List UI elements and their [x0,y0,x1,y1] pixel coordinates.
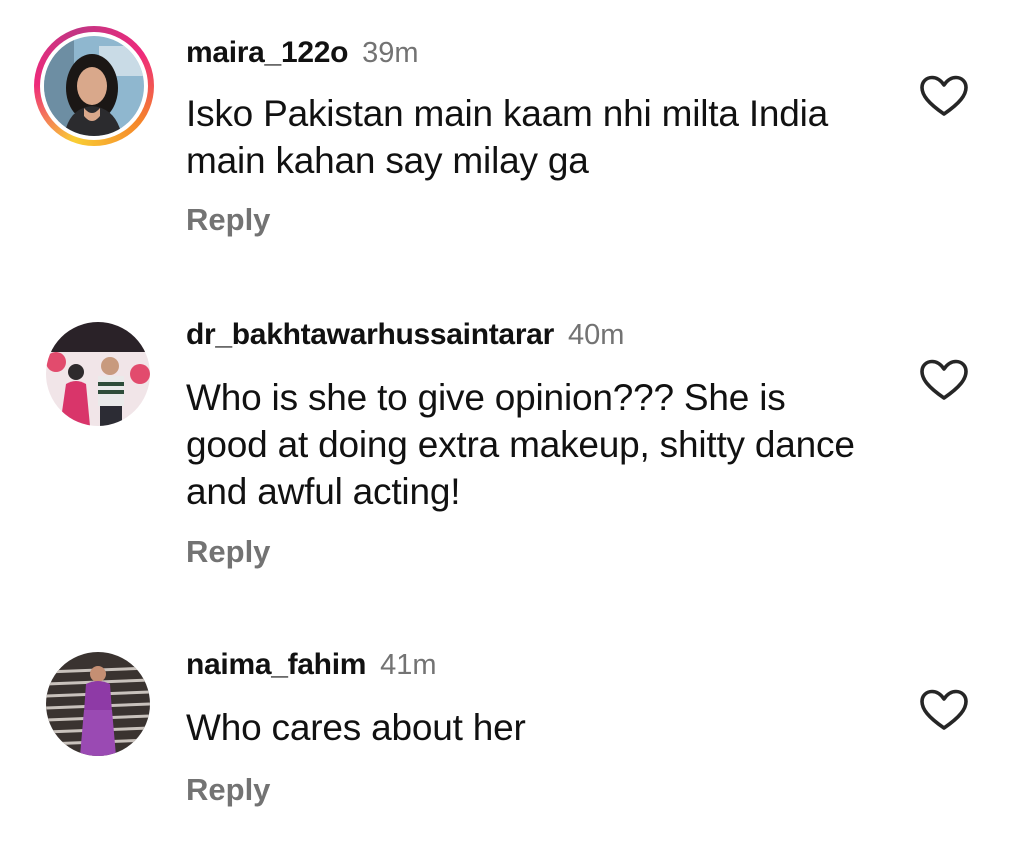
username[interactable]: maira_122o [186,36,348,70]
like-button[interactable] [918,688,970,732]
heart-outline-icon [920,689,968,730]
username[interactable]: naima_fahim [186,648,366,682]
username[interactable]: dr_bakhtawarhussaintarar [186,318,554,352]
comment-text: Who cares about her [186,707,526,748]
comment-text: Who is she to give opinion??? She is goo… [186,377,855,512]
avatar-story-ring[interactable] [34,26,154,146]
timestamp: 39m [362,37,419,69]
timestamp: 40m [567,319,625,351]
reply-button[interactable]: Reply [186,534,270,570]
reply-button[interactable]: Reply [186,202,270,238]
like-button[interactable] [918,358,970,402]
avatar-container[interactable] [46,652,150,756]
comment-header: naima_fahim 41m [186,648,437,688]
avatar-container[interactable] [46,322,150,426]
heart-outline-icon [920,359,968,400]
like-button[interactable] [918,74,970,118]
avatar[interactable] [46,652,150,756]
heart-outline-icon [920,75,968,116]
reply-button[interactable]: Reply [186,772,270,808]
avatar[interactable] [44,36,144,136]
comment-text: Isko Pakistan main kaam nhi milta India … [186,93,829,181]
comment-header: maira_122o 39m [186,36,419,76]
comment-header: dr_bakhtawarhussaintarar 40m [186,318,624,358]
avatar[interactable] [46,322,150,426]
timestamp: 41m [380,649,437,681]
